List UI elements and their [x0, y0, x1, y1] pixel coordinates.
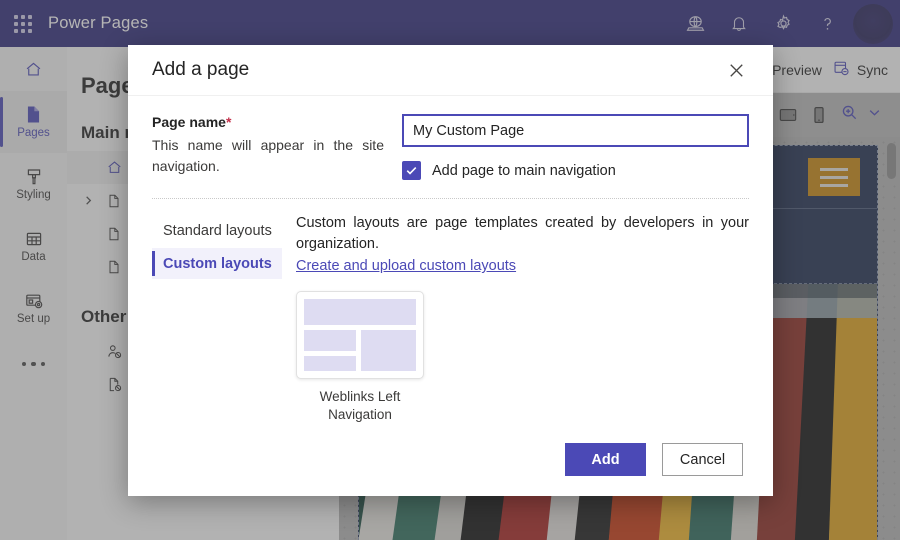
add-page-dialog: Add a page Page name* This name will app… [128, 45, 773, 496]
thumb-left-column [304, 330, 356, 372]
page-name-help: This name will appear in the site naviga… [152, 137, 384, 175]
weblinks-left-navigation-thumb [296, 291, 424, 380]
add-button[interactable]: Add [565, 443, 646, 477]
add-to-main-navigation-checkbox[interactable]: Add page to main navigation [402, 161, 749, 181]
custom-layouts-pane: Custom layouts are page templates create… [296, 213, 749, 423]
page-name-label: Page name* [152, 114, 384, 130]
page-name-label-text: Page name [152, 114, 226, 131]
layout-card-label: Weblinks Left Navigation [319, 389, 401, 422]
thumb-right-block [360, 330, 416, 372]
dialog-footer: Add Cancel [128, 423, 773, 496]
tab-label: Custom layouts [163, 255, 272, 272]
thumb-block [304, 330, 356, 351]
custom-layouts-description: Custom layouts are page templates create… [296, 215, 749, 253]
page-name-labels: Page name* This name will appear in the … [152, 114, 384, 180]
required-asterisk: * [225, 114, 232, 131]
thumb-body [304, 330, 416, 372]
tab-standard-layouts[interactable]: Standard layouts [152, 215, 282, 246]
layouts-section: Standard layouts Custom layouts Custom l… [152, 213, 749, 423]
dialog-title: Add a page [152, 59, 250, 81]
thumb-header-block [304, 299, 416, 326]
create-upload-custom-layouts-link[interactable]: Create and upload custom layouts [296, 258, 516, 274]
tab-custom-layouts[interactable]: Custom layouts [152, 248, 282, 280]
divider [152, 198, 749, 200]
layout-tabs: Standard layouts Custom layouts [152, 213, 282, 423]
checkbox-checked-icon [402, 161, 421, 181]
thumb-block [304, 355, 356, 372]
layout-card-list: Weblinks Left Navigation [296, 291, 749, 423]
dialog-body: Page name* This name will appear in the … [128, 96, 773, 423]
page-name-input[interactable] [402, 114, 749, 148]
page-name-row: Page name* This name will appear in the … [152, 114, 749, 181]
page-name-controls: Add page to main navigation [402, 114, 749, 181]
checkbox-label: Add page to main navigation [432, 162, 616, 179]
dialog-header: Add a page [128, 45, 773, 97]
layout-card[interactable]: Weblinks Left Navigation [296, 291, 424, 423]
cancel-button[interactable]: Cancel [662, 443, 743, 477]
tab-label: Standard layouts [163, 222, 272, 239]
close-icon[interactable] [721, 55, 751, 85]
